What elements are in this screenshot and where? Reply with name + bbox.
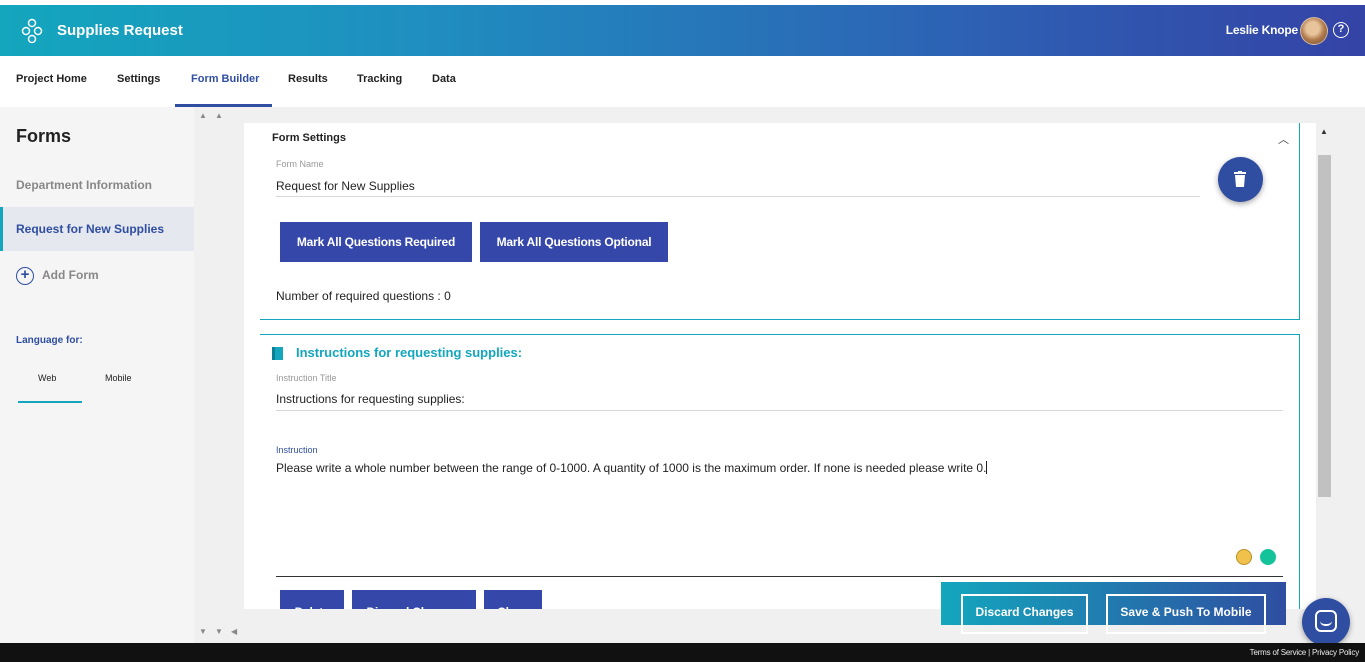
tab-language-mobile[interactable]: Mobile <box>105 373 132 383</box>
discard-changes-button[interactable]: Discard Changes <box>352 590 476 609</box>
form-name-underline <box>276 196 1200 197</box>
chat-launcher-button[interactable] <box>1302 598 1350 646</box>
emoji-glasses-icon[interactable] <box>1236 549 1252 565</box>
tab-settings[interactable]: Settings <box>117 56 163 107</box>
scroll-down-arrow-icon[interactable]: ▼ <box>199 627 207 636</box>
add-form-label: Add Form <box>42 268 99 283</box>
scroll-up-arrow-icon[interactable]: ▲ <box>1320 127 1328 136</box>
avatar[interactable] <box>1300 17 1328 45</box>
trash-icon <box>1234 171 1246 187</box>
sidebar-item-request-for-new-supplies[interactable]: Request for New Supplies <box>0 207 194 251</box>
add-form-button[interactable]: + Add Form <box>16 267 99 285</box>
mark-all-required-button[interactable]: Mark All Questions Required <box>280 222 472 262</box>
user-name[interactable]: Leslie Knope <box>1226 23 1298 37</box>
sidebar-item-department-information[interactable]: Department Information <box>0 163 194 207</box>
app-header: Supplies Request Leslie Knope ? <box>0 5 1365 56</box>
tab-form-builder[interactable]: Form Builder <box>175 56 272 107</box>
scroll-up-arrow-icon[interactable]: ▲ <box>199 111 207 120</box>
save-bar: Discard Changes Save & Push To Mobile <box>941 582 1286 634</box>
forms-title: Forms <box>16 126 72 146</box>
instruction-underline <box>276 576 1283 577</box>
app-logo-icon <box>21 18 43 44</box>
instruction-label: Instruction <box>276 445 318 455</box>
language-tab-indicator <box>18 401 82 403</box>
required-count-text: Number of required questions : 0 <box>276 289 451 303</box>
instruction-title-label: Instruction Title <box>276 373 337 383</box>
tab-data[interactable]: Data <box>432 56 462 107</box>
right-edge <box>1356 107 1365 643</box>
scroll-up-arrow-icon[interactable]: ▲ <box>215 111 223 120</box>
form-settings-title: Form Settings <box>272 132 346 144</box>
instruction-title-input[interactable]: Instructions for requesting supplies: <box>276 392 465 406</box>
footer-links: Terms of Service | Privacy Policy <box>1250 648 1360 657</box>
help-icon[interactable]: ? <box>1333 22 1349 38</box>
instruction-text: Please write a whole number between the … <box>276 461 987 475</box>
footer: Terms of Service | Privacy Policy <box>0 643 1365 662</box>
text-caret <box>986 461 988 474</box>
scroll-left-arrow-icon[interactable]: ◀ <box>231 627 237 636</box>
tab-tracking[interactable]: Tracking <box>357 56 405 107</box>
grammarly-icon[interactable] <box>1260 549 1276 565</box>
tab-language-web[interactable]: Web <box>38 373 56 383</box>
language-label: Language for: <box>16 335 83 346</box>
left-gutter: ▲ ▲ ▼ ▼ ◀ <box>194 107 244 643</box>
instruction-card: Instructions for requesting supplies: In… <box>260 334 1300 609</box>
form-name-input[interactable]: Request for New Supplies <box>276 179 415 193</box>
vertical-scrollbar[interactable]: ▲ <box>1316 123 1334 609</box>
chevron-up-icon[interactable]: ︿ <box>1278 131 1289 147</box>
close-button[interactable]: Close <box>484 590 542 609</box>
terms-link[interactable]: Terms of Service <box>1250 648 1307 657</box>
plus-circle-icon: + <box>16 267 34 285</box>
delete-form-button[interactable] <box>1218 157 1263 202</box>
save-push-mobile-button[interactable]: Save & Push To Mobile <box>1106 594 1266 634</box>
tab-results[interactable]: Results <box>288 56 328 107</box>
scroll-down-arrow-icon[interactable]: ▼ <box>215 627 223 636</box>
discard-changes-savebar-button[interactable]: Discard Changes <box>961 594 1088 634</box>
form-name-label: Form Name <box>276 159 324 169</box>
footer-separator: | <box>1308 648 1310 657</box>
instruction-title-underline <box>276 410 1283 411</box>
app-title: Supplies Request <box>57 22 183 39</box>
forms-sidebar: Forms Department Information Request for… <box>0 107 194 643</box>
delete-button[interactable]: Delete <box>280 590 344 609</box>
instruction-heading: Instructions for requesting supplies: <box>296 345 523 360</box>
book-icon <box>272 347 283 360</box>
form-builder-panel: Form Settings ︿ Form Name Request for Ne… <box>244 123 1316 609</box>
mark-all-optional-button[interactable]: Mark All Questions Optional <box>480 222 668 262</box>
tab-project-home[interactable]: Project Home <box>16 56 88 107</box>
form-settings-card: Form Settings ︿ Form Name Request for Ne… <box>260 123 1300 320</box>
instruction-textarea[interactable]: Please write a whole number between the … <box>276 461 1276 475</box>
scrollbar-thumb[interactable] <box>1318 155 1331 497</box>
main-nav: Project Home Settings Form Builder Resul… <box>0 56 1365 107</box>
privacy-link[interactable]: Privacy Policy <box>1312 648 1359 657</box>
